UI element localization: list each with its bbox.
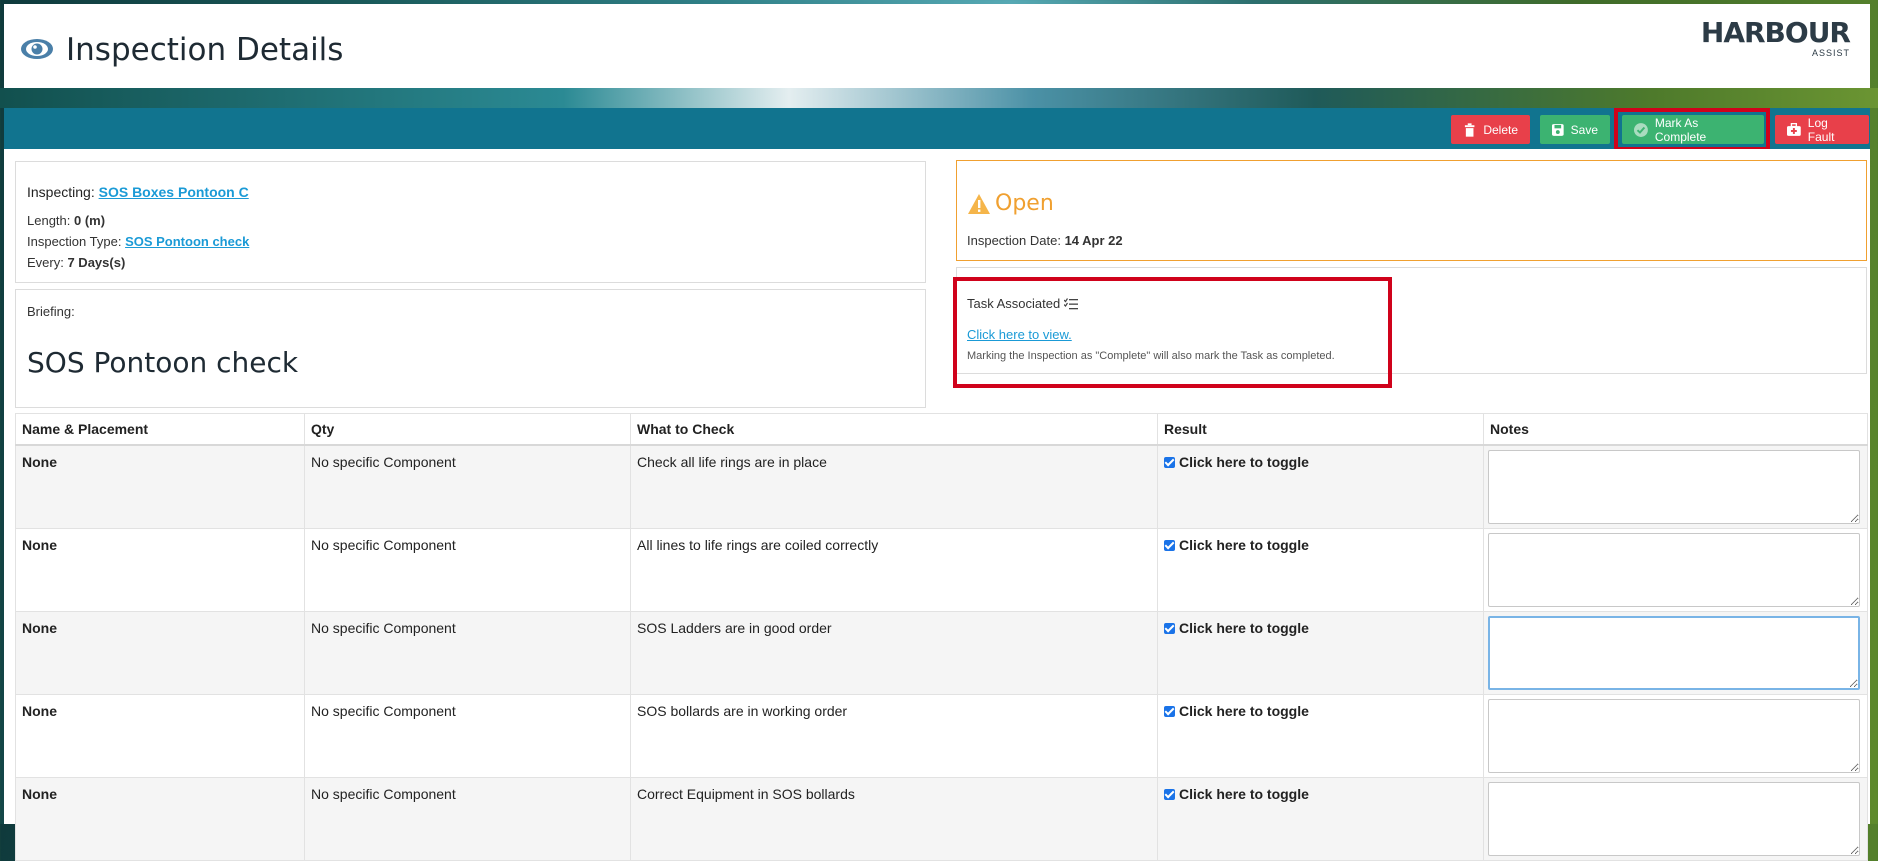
task-label: Task Associated xyxy=(967,296,1061,311)
inspection-details-panel: Inspecting: SOS Boxes Pontoon C Length: … xyxy=(15,161,926,283)
result-toggle[interactable]: Click here to toggle xyxy=(1179,703,1309,719)
row-check: SOS Ladders are in good order xyxy=(637,620,832,636)
notes-input[interactable] xyxy=(1488,616,1860,690)
inspection-date-value: 14 Apr 22 xyxy=(1064,233,1123,248)
table-row: None No specific Component Correct Equip… xyxy=(15,777,1868,861)
trash-icon xyxy=(1464,122,1475,137)
row-name: None xyxy=(22,620,57,636)
inspection-checks-table: Name & Placement Qty What to Check Resul… xyxy=(15,413,1868,861)
result-checkbox[interactable] xyxy=(1164,540,1175,551)
row-qty: No specific Component xyxy=(311,703,456,719)
inspection-date-row: Inspection Date: 14 Apr 22 xyxy=(967,233,1123,248)
logo-text: HARBOUR xyxy=(1700,16,1851,49)
frequency-value: 7 Days(s) xyxy=(67,255,126,270)
row-check: SOS bollards are in working order xyxy=(637,703,848,719)
result-checkbox[interactable] xyxy=(1164,789,1175,800)
column-header-qty: Qty xyxy=(304,413,631,446)
task-list-icon xyxy=(1064,297,1079,309)
column-header-name: Name & Placement xyxy=(15,413,305,446)
row-qty: No specific Component xyxy=(311,786,456,802)
warning-icon xyxy=(968,193,990,214)
delete-label: Delete xyxy=(1483,122,1518,137)
row-qty: No specific Component xyxy=(311,620,456,636)
table-row: None No specific Component SOS bollards … xyxy=(15,694,1868,778)
table-row: None No specific Component All lines to … xyxy=(15,528,1868,612)
action-toolbar: Delete Save Mark As Complete Log Fault xyxy=(4,108,1870,149)
result-checkbox[interactable] xyxy=(1164,457,1175,468)
row-qty: No specific Component xyxy=(311,537,456,553)
frequency-row: Every: 7 Days(s) xyxy=(27,255,125,270)
inspection-content: Inspecting: SOS Boxes Pontoon C Length: … xyxy=(4,149,1870,861)
row-qty: No specific Component xyxy=(311,454,456,470)
inspecting-label: Inspecting: xyxy=(27,184,95,200)
column-header-result: Result xyxy=(1157,413,1484,446)
row-name: None xyxy=(22,454,57,470)
logo-subtext: ASSIST xyxy=(1811,48,1850,58)
task-label-row: Task Associated xyxy=(967,296,1079,311)
delete-button[interactable]: Delete xyxy=(1451,115,1530,144)
notes-input[interactable] xyxy=(1488,450,1860,524)
inspection-type-label: Inspection Type: xyxy=(27,234,122,249)
result-toggle[interactable]: Click here to toggle xyxy=(1179,454,1309,470)
result-toggle[interactable]: Click here to toggle xyxy=(1179,620,1309,636)
status-row: Open xyxy=(967,191,1054,216)
result-toggle[interactable]: Click here to toggle xyxy=(1179,537,1309,553)
briefing-panel: Briefing: SOS Pontoon check xyxy=(15,289,926,408)
notes-input[interactable] xyxy=(1488,533,1860,607)
row-check: Check all life rings are in place xyxy=(637,454,827,470)
harbour-assist-logo: HARBOUR ASSIST xyxy=(1700,16,1851,59)
status-label: Open xyxy=(995,191,1054,216)
header-banner-image xyxy=(0,88,1878,108)
frequency-label: Every: xyxy=(27,255,64,270)
task-completion-note: Marking the Inspection as "Complete" wil… xyxy=(967,350,1335,362)
row-name: None xyxy=(22,786,57,802)
column-header-what-to-check: What to Check xyxy=(630,413,1158,446)
column-header-notes: Notes xyxy=(1483,413,1868,446)
result-toggle[interactable]: Click here to toggle xyxy=(1179,786,1309,802)
mark-as-complete-label: Mark As Complete xyxy=(1654,115,1707,144)
row-check: All lines to life rings are coiled corre… xyxy=(637,537,879,553)
floppy-disk-icon xyxy=(1552,123,1564,136)
table-row: None No specific Component SOS Ladders a… xyxy=(15,611,1868,695)
inspection-type-link[interactable]: SOS Pontoon check xyxy=(125,234,249,249)
length-value: 0 (m) xyxy=(74,213,106,228)
page-title: Inspection Details xyxy=(66,32,344,68)
briefing-label: Briefing: xyxy=(27,304,75,319)
task-associated-panel: Task Associated Click here to view. Mark… xyxy=(956,267,1867,374)
inspecting-link[interactable]: SOS Boxes Pontoon C xyxy=(99,184,249,200)
table-row: None No specific Component Check all lif… xyxy=(15,444,1868,529)
view-task-link[interactable]: Click here to view. xyxy=(967,327,1072,342)
result-checkbox[interactable] xyxy=(1164,706,1175,717)
page-header: Inspection Details HARBOUR ASSIST xyxy=(4,4,1870,88)
row-name: None xyxy=(22,537,57,553)
log-fault-button[interactable]: Log Fault xyxy=(1775,115,1869,144)
length-label: Length: xyxy=(27,213,71,228)
inspection-type-row: Inspection Type: SOS Pontoon check xyxy=(27,234,249,249)
medical-kit-icon xyxy=(1787,122,1801,136)
save-label: Save xyxy=(1570,122,1598,137)
check-circle-icon xyxy=(1634,122,1648,137)
inspecting-row: Inspecting: SOS Boxes Pontoon C xyxy=(27,184,249,200)
inspection-date-label: Inspection Date: xyxy=(967,233,1061,248)
notes-input[interactable] xyxy=(1488,699,1860,773)
table-header-row: Name & Placement Qty What to Check Resul… xyxy=(15,413,1868,446)
length-row: Length: 0 (m) xyxy=(27,213,105,228)
row-check: Correct Equipment in SOS bollards xyxy=(637,786,855,802)
mark-as-complete-button[interactable]: Mark As Complete xyxy=(1622,115,1764,144)
save-button[interactable]: Save xyxy=(1540,115,1610,144)
status-panel: Open Inspection Date: 14 Apr 22 xyxy=(956,160,1867,261)
briefing-text: SOS Pontoon check xyxy=(27,346,299,379)
result-checkbox[interactable] xyxy=(1164,623,1175,634)
log-fault-label: Log Fault xyxy=(1807,115,1835,144)
notes-input[interactable] xyxy=(1488,782,1860,856)
row-name: None xyxy=(22,703,57,719)
